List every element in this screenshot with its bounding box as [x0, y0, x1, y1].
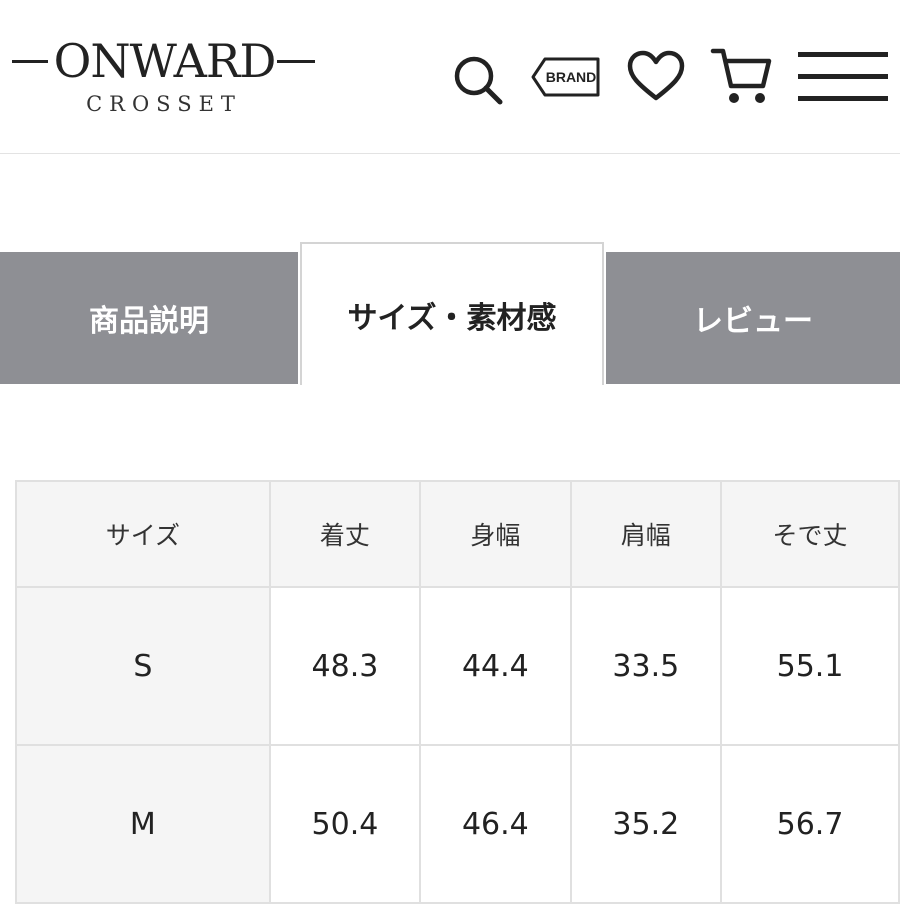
column-header-size: サイズ [15, 480, 271, 588]
tab-label: 商品説明 [89, 304, 209, 339]
table-cell: 33.5 [569, 586, 723, 746]
table-cell: 44.4 [419, 586, 572, 746]
column-header-width: 身幅 [419, 480, 572, 588]
brand-tag-icon[interactable]: BRAND [530, 54, 602, 100]
hamburger-menu-icon[interactable] [798, 50, 888, 104]
site-header: ONWARD CROSSET BRAND [0, 0, 900, 154]
table-row: M 50.4 46.4 35.2 56.7 [15, 744, 900, 904]
table-header-row: サイズ 着丈 身幅 肩幅 そで丈 [15, 480, 900, 588]
search-icon[interactable] [450, 52, 506, 108]
table-cell: 56.7 [720, 744, 900, 904]
size-cell: S [15, 586, 271, 746]
logo-line-right [277, 60, 315, 63]
tab-product-description[interactable]: 商品説明 [0, 252, 298, 384]
tab-label: サイズ・素材感 [347, 300, 557, 336]
column-header-shoulder: 肩幅 [569, 480, 723, 588]
logo-wordmark: ONWARD [53, 34, 277, 88]
brand-logo[interactable]: ONWARD CROSSET [12, 34, 317, 124]
size-cell: M [15, 744, 271, 904]
table-cell: 55.1 [720, 586, 900, 746]
brand-tag-label: BRAND [546, 69, 597, 85]
table-cell: 48.3 [268, 586, 422, 746]
heart-icon[interactable] [626, 50, 686, 104]
column-header-sleeve: そで丈 [720, 480, 900, 588]
table-row: S 48.3 44.4 33.5 55.1 [15, 586, 900, 746]
tab-size-material[interactable]: サイズ・素材感 [300, 242, 604, 385]
table-cell: 46.4 [419, 744, 572, 904]
logo-subtitle: CROSSET [86, 92, 242, 116]
table-cell: 50.4 [268, 744, 422, 904]
table-cell: 35.2 [569, 744, 723, 904]
column-header-length: 着丈 [268, 480, 422, 588]
size-table: サイズ 着丈 身幅 肩幅 そで丈 S 48.3 44.4 33.5 55.1 M… [15, 480, 900, 904]
tab-label: レビュー [693, 304, 813, 339]
product-tabs: 商品説明 サイズ・素材感 レビュー [0, 242, 900, 385]
cart-icon[interactable] [710, 46, 774, 108]
tab-reviews[interactable]: レビュー [606, 252, 900, 384]
